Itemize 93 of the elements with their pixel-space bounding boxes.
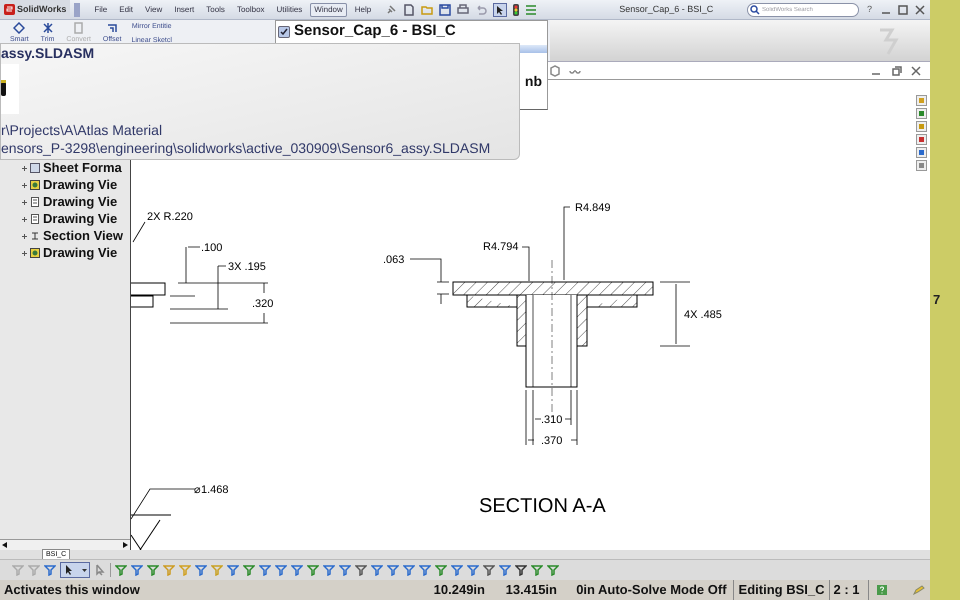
menu-item[interactable]: Toolbox: [232, 2, 269, 16]
dimension-text: .063: [383, 254, 404, 266]
window-checkbox[interactable]: [278, 26, 290, 38]
tooltip-title: assy.SLDASM: [1, 44, 96, 62]
task-pane-icon[interactable]: [916, 108, 926, 119]
check-icon: [280, 28, 288, 36]
dimension-text: 2X R.220: [147, 211, 193, 223]
pointer-icon[interactable]: [94, 564, 106, 576]
document-icon: [31, 197, 39, 207]
editing-status: Editing BSI_C: [734, 580, 830, 600]
menu-item[interactable]: Window: [310, 2, 347, 16]
x-coordinate: 10.249in: [432, 581, 485, 600]
search-icon: [750, 4, 760, 14]
help-icon[interactable]: [876, 585, 887, 595]
maximize-icon[interactable]: [897, 4, 909, 16]
task-pane-icon[interactable]: [916, 160, 926, 171]
task-pane-icon[interactable]: [916, 121, 926, 132]
menu-item[interactable]: Tools: [202, 2, 229, 16]
filter-icon[interactable]: [483, 564, 495, 576]
scroll-left-icon[interactable]: [2, 542, 7, 548]
trim-icon[interactable]: [42, 22, 54, 34]
expand-icon[interactable]: [22, 182, 27, 188]
pencil-icon[interactable]: [912, 585, 925, 595]
dimension-text: R4.849: [575, 202, 610, 214]
new-document-icon[interactable]: [403, 4, 416, 16]
expand-icon[interactable]: [22, 250, 27, 256]
expand-icon[interactable]: [22, 234, 27, 238]
document-window-entry[interactable]: Sensor_Cap_6 - BSI_C: [294, 20, 456, 43]
task-pane-icon[interactable]: [916, 95, 926, 106]
expand-icon[interactable]: [22, 216, 27, 222]
status-message: Activates this window: [3, 581, 141, 600]
tree-item[interactable]: Drawing Vie: [22, 177, 130, 193]
dimension-text: ⌀1.468: [194, 484, 229, 496]
window-title: Sensor_Cap_6 - BSI_C: [619, 2, 714, 16]
menu-item[interactable]: Help: [350, 2, 376, 16]
view-icon: [30, 180, 40, 190]
task-pane-icon[interactable]: [916, 147, 926, 158]
thumbnail-picture: [1, 64, 19, 114]
filter-icon[interactable]: [355, 564, 367, 576]
section-icon: [31, 231, 39, 241]
dimension-text: .100: [201, 242, 222, 254]
document-icon: [31, 214, 39, 224]
filter-icon[interactable]: [515, 564, 527, 576]
options-icon[interactable]: [525, 4, 538, 16]
horizontal-scrollbar[interactable]: [0, 539, 130, 550]
menu-item[interactable]: Edit: [115, 2, 138, 16]
traffic-light-icon[interactable]: [513, 4, 520, 16]
close-icon[interactable]: [910, 64, 922, 76]
toolbar-grip[interactable]: [74, 2, 80, 16]
task-pane-icon[interactable]: [916, 134, 926, 145]
file-path-text: ensors_P-3298\engineering\solidworks\active_030909\Sensor6_assy.SLDASM: [1, 139, 492, 157]
strip-text: 7: [933, 291, 940, 310]
help-button[interactable]: ?: [866, 2, 872, 16]
menu-item[interactable]: Utilities: [272, 2, 306, 16]
menu-item[interactable]: File: [90, 2, 112, 16]
dimension-text: .370: [541, 435, 562, 447]
open-folder-icon[interactable]: [421, 4, 434, 16]
file-path-text: r\Projects\A\Atlas Material: [1, 121, 164, 139]
dimension-text: 4X .485: [684, 309, 722, 321]
tree-item[interactable]: Drawing Vie: [22, 245, 130, 261]
select-icon[interactable]: [493, 2, 508, 16]
expand-icon[interactable]: [22, 166, 27, 170]
restore-icon[interactable]: [890, 64, 902, 76]
view-icon: [30, 248, 40, 258]
select-dropdown[interactable]: [60, 562, 90, 578]
solve-mode-status: Auto-Solve Mode Off: [595, 580, 734, 600]
logo-icon: [4, 4, 15, 15]
dimension-text: .310: [541, 414, 562, 426]
tree-item[interactable]: Drawing Vie: [22, 211, 130, 227]
pin-icon[interactable]: [385, 4, 398, 16]
print-icon[interactable]: [457, 4, 470, 16]
offset-icon[interactable]: [106, 22, 118, 34]
section-title: SECTION A-A: [479, 495, 606, 517]
dimension-text: R4.794: [483, 241, 518, 253]
window-caption: nb: [524, 72, 542, 90]
smart-dimension-icon[interactable]: [13, 22, 26, 34]
z-coordinate: 0in: [575, 581, 595, 600]
expand-icon[interactable]: [22, 200, 27, 204]
menu-item[interactable]: View: [141, 2, 166, 16]
tree-item[interactable]: Section View: [22, 228, 130, 244]
sheet-icon: [30, 163, 40, 173]
undo-icon[interactable]: [475, 4, 488, 16]
y-coordinate: 13.415in: [504, 581, 557, 600]
dimension-text: .320: [252, 298, 274, 310]
scroll-right-icon[interactable]: [123, 542, 128, 548]
tree-item[interactable]: Sheet Forma: [22, 160, 130, 176]
dimension-text: 3X .195: [228, 261, 266, 273]
tree-item[interactable]: Drawing Vie: [22, 194, 130, 210]
save-icon[interactable]: [439, 4, 452, 16]
close-icon[interactable]: [914, 4, 926, 16]
logo-text: SolidWorks: [17, 2, 66, 16]
menu-item[interactable]: Insert: [170, 2, 198, 16]
scale-status: 2 : 1: [830, 580, 869, 600]
